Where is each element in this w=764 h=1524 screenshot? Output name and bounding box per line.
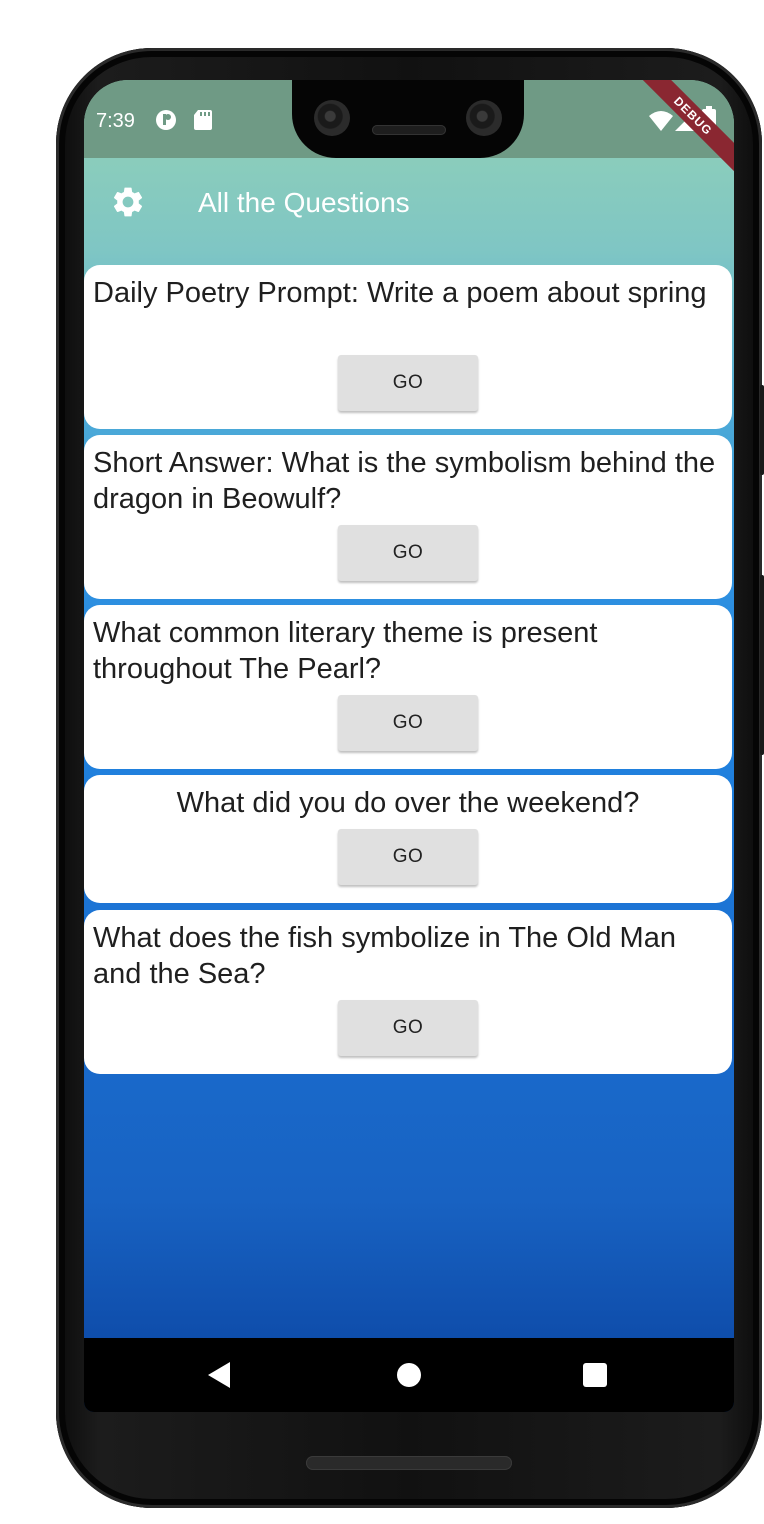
go-button[interactable]: GO	[338, 355, 478, 411]
system-nav-bar	[84, 1338, 734, 1412]
screen: 7:39 DEBUG All the Questions Daily Poetr…	[84, 80, 734, 1412]
front-camera-left	[314, 100, 350, 136]
question-text: What common literary theme is present th…	[93, 617, 598, 685]
front-camera-right	[466, 100, 502, 136]
app-bar: All the Questions	[84, 158, 734, 248]
question-text: Short Answer: What is the symbolism behi…	[93, 447, 716, 515]
go-button[interactable]: GO	[338, 829, 478, 885]
settings-button[interactable]	[104, 178, 152, 226]
go-button[interactable]: GO	[338, 1000, 478, 1056]
home-circle-icon[interactable]	[396, 1360, 422, 1390]
status-time: 7:39	[96, 110, 135, 132]
question-text: What did you do over the weekend?	[176, 787, 640, 819]
earpiece-speaker	[372, 125, 446, 135]
question-card: Short Answer: What is the symbolism behi…	[84, 435, 732, 599]
sd-card-icon	[194, 110, 212, 130]
question-text: Daily Poetry Prompt: Write a poem about …	[93, 277, 707, 309]
go-button[interactable]: GO	[338, 525, 478, 581]
power-button	[760, 385, 764, 475]
back-triangle-icon[interactable]	[206, 1360, 232, 1390]
camera-notch	[292, 80, 524, 158]
gear-icon	[113, 187, 143, 217]
question-card: What does the fish symbolize in The Old …	[84, 910, 732, 1074]
bottom-speaker-grille	[306, 1456, 512, 1470]
recents-square-icon[interactable]	[582, 1360, 608, 1390]
question-card: Daily Poetry Prompt: Write a poem about …	[84, 265, 732, 429]
wifi-icon	[649, 111, 673, 131]
question-text: What does the fish symbolize in The Old …	[93, 922, 676, 990]
go-button[interactable]: GO	[338, 695, 478, 751]
app-notification-icon	[156, 110, 176, 130]
volume-button	[760, 575, 764, 755]
question-card: What did you do over the weekend? GO	[84, 775, 732, 903]
question-card: What common literary theme is present th…	[84, 605, 732, 769]
page-title: All the Questions	[198, 187, 410, 218]
